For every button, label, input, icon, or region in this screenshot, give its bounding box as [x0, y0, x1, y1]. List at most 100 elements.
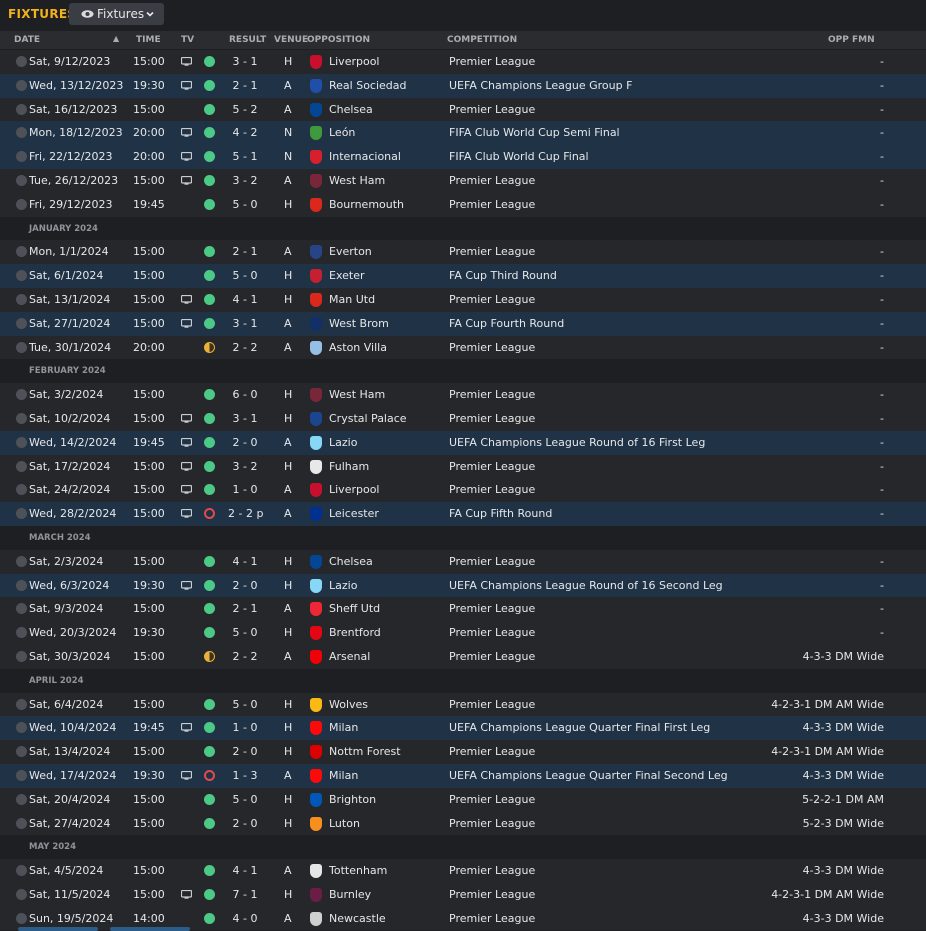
competition-name[interactable]: Premier League — [449, 103, 535, 116]
fixture-row[interactable]: Sat, 30/3/2024 15:00 2 - 2 A Arsenal Pre… — [0, 644, 926, 669]
opposition-name[interactable]: Wolves — [329, 698, 368, 711]
fixture-result[interactable]: 2 - 2 — [228, 341, 262, 354]
competition-name[interactable]: Premier League — [449, 745, 535, 758]
competition-name[interactable]: Premier League — [449, 817, 535, 830]
competition-name[interactable]: Premier League — [449, 626, 535, 639]
opposition-name[interactable]: Lazio — [329, 579, 357, 592]
opposition-name[interactable]: Milan — [329, 769, 358, 782]
fixture-row[interactable]: Sat, 3/2/2024 15:00 6 - 0 H West Ham Pre… — [0, 383, 926, 407]
fixture-row[interactable]: Wed, 28/2/2024 15:00 2 - 2 p A Leicester… — [0, 502, 926, 526]
opposition-name[interactable]: Exeter — [329, 269, 365, 282]
fixture-result[interactable]: 4 - 0 — [228, 912, 262, 925]
fixture-result[interactable]: 5 - 1 — [228, 150, 262, 163]
fixture-row[interactable]: Sat, 24/2/2024 15:00 1 - 0 A Liverpool P… — [0, 478, 926, 503]
opposition-name[interactable]: Chelsea — [329, 555, 373, 568]
competition-name[interactable]: UEFA Champions League Quarter Final Firs… — [449, 721, 710, 734]
opposition-name[interactable]: Man Utd — [329, 293, 375, 306]
fixture-result[interactable]: 1 - 3 — [228, 769, 262, 782]
fixture-row[interactable]: Tue, 30/1/2024 20:00 2 - 2 A Aston Villa… — [0, 335, 926, 360]
fixture-result[interactable]: 2 - 0 — [228, 436, 262, 449]
opposition-name[interactable]: Brighton — [329, 793, 376, 806]
competition-name[interactable]: Premier League — [449, 912, 535, 925]
fixture-row[interactable]: Tue, 26/12/2023 15:00 3 - 2 A West Ham P… — [0, 168, 926, 193]
competition-name[interactable]: Premier League — [449, 698, 535, 711]
fixture-row[interactable]: Sat, 20/4/2024 15:00 5 - 0 H Brighton Pr… — [0, 787, 926, 812]
fixture-row[interactable]: Sat, 6/1/2024 15:00 5 - 0 H Exeter FA Cu… — [0, 264, 926, 288]
fixture-row[interactable]: Sat, 27/4/2024 15:00 2 - 0 H Luton Premi… — [0, 811, 926, 836]
competition-name[interactable]: UEFA Champions League Group F — [449, 79, 632, 92]
opposition-name[interactable]: Chelsea — [329, 103, 373, 116]
fixture-row[interactable]: Sat, 13/4/2024 15:00 2 - 0 H Nottm Fores… — [0, 740, 926, 764]
fixture-row[interactable]: Sat, 9/12/2023 15:00 3 - 1 H Liverpool P… — [0, 50, 926, 74]
fixture-row[interactable]: Sat, 6/4/2024 15:00 5 - 0 H Wolves Premi… — [0, 692, 926, 717]
fixture-result[interactable]: 3 - 1 — [228, 317, 262, 330]
opposition-name[interactable]: León — [329, 126, 355, 139]
fixture-row[interactable]: Sat, 27/1/2024 15:00 3 - 1 A West Brom F… — [0, 311, 926, 336]
competition-name[interactable]: FIFA Club World Cup Final — [449, 150, 589, 163]
fixture-result[interactable]: 2 - 1 — [228, 79, 262, 92]
opposition-name[interactable]: Lazio — [329, 436, 357, 449]
fixture-row[interactable]: Wed, 17/4/2024 19:30 1 - 3 A Milan UEFA … — [0, 763, 926, 788]
fixture-row[interactable]: Wed, 10/4/2024 19:45 1 - 0 H Milan UEFA … — [0, 716, 926, 741]
competition-name[interactable]: UEFA Champions League Round of 16 Second… — [449, 579, 723, 592]
col-competition[interactable]: COMPETITION — [447, 35, 517, 45]
fixture-row[interactable]: Sat, 16/12/2023 15:00 5 - 2 A Chelsea Pr… — [0, 97, 926, 122]
fixture-result[interactable]: 3 - 2 — [228, 460, 262, 473]
opposition-name[interactable]: Internacional — [329, 150, 401, 163]
col-time[interactable]: TIME — [136, 35, 161, 45]
fixture-row[interactable]: Sat, 9/3/2024 15:00 2 - 1 A Sheff Utd Pr… — [0, 597, 926, 622]
competition-name[interactable]: Premier League — [449, 864, 535, 877]
competition-name[interactable]: UEFA Champions League Round of 16 First … — [449, 436, 705, 449]
fixture-result[interactable]: 4 - 1 — [228, 555, 262, 568]
fixture-result[interactable]: 2 - 2 — [228, 650, 262, 663]
fixture-result[interactable]: 2 - 1 — [228, 245, 262, 258]
competition-name[interactable]: Premier League — [449, 412, 535, 425]
fixture-row[interactable]: Sat, 4/5/2024 15:00 4 - 1 A Tottenham Pr… — [0, 859, 926, 883]
col-opp-fmn[interactable]: OPP FMN — [828, 35, 875, 45]
fixture-result[interactable]: 1 - 0 — [228, 483, 262, 496]
opposition-name[interactable]: West Ham — [329, 388, 385, 401]
competition-name[interactable]: Premier League — [449, 460, 535, 473]
opposition-name[interactable]: Newcastle — [329, 912, 386, 925]
fixture-result[interactable]: 6 - 0 — [228, 388, 262, 401]
fixture-row[interactable]: Wed, 14/2/2024 19:45 2 - 0 A Lazio UEFA … — [0, 430, 926, 455]
col-opposition[interactable]: OPPOSITION — [307, 35, 370, 45]
fixture-result[interactable]: 1 - 0 — [228, 721, 262, 734]
fixture-result[interactable]: 3 - 1 — [228, 55, 262, 68]
competition-name[interactable]: Premier League — [449, 483, 535, 496]
fixture-row[interactable]: Mon, 18/12/2023 20:00 4 - 2 N León FIFA … — [0, 121, 926, 146]
fixture-row[interactable]: Sat, 13/1/2024 15:00 4 - 1 H Man Utd Pre… — [0, 287, 926, 312]
opposition-name[interactable]: Liverpool — [329, 55, 379, 68]
competition-name[interactable]: Premier League — [449, 650, 535, 663]
fixture-result[interactable]: 5 - 0 — [228, 698, 262, 711]
opposition-name[interactable]: Liverpool — [329, 483, 379, 496]
fixture-row[interactable]: Sat, 2/3/2024 15:00 4 - 1 H Chelsea Prem… — [0, 549, 926, 574]
fixture-row[interactable]: Wed, 6/3/2024 19:30 2 - 0 H Lazio UEFA C… — [0, 573, 926, 598]
fixture-result[interactable]: 2 - 0 — [228, 745, 262, 758]
col-date[interactable]: DATE — [14, 35, 40, 45]
opposition-name[interactable]: Luton — [329, 817, 360, 830]
fixture-result[interactable]: 4 - 1 — [228, 864, 262, 877]
view-dropdown[interactable]: Fixtures — [69, 3, 164, 25]
fixture-result[interactable]: 5 - 2 — [228, 103, 262, 116]
opposition-name[interactable]: West Brom — [329, 317, 389, 330]
opposition-name[interactable]: Burnley — [329, 888, 371, 901]
fixture-row[interactable]: Sat, 11/5/2024 15:00 7 - 1 H Burnley Pre… — [0, 882, 926, 907]
competition-name[interactable]: FA Cup Third Round — [449, 269, 557, 282]
col-result[interactable]: RESULT — [229, 35, 266, 45]
fixture-row[interactable]: Sat, 17/2/2024 15:00 3 - 2 H Fulham Prem… — [0, 454, 926, 479]
opposition-name[interactable]: Arsenal — [329, 650, 370, 663]
competition-name[interactable]: Premier League — [449, 602, 535, 615]
opposition-name[interactable]: Aston Villa — [329, 341, 387, 354]
fixture-result[interactable]: 5 - 0 — [228, 793, 262, 806]
opposition-name[interactable]: Nottm Forest — [329, 745, 401, 758]
fixture-result[interactable]: 2 - 2 p — [228, 507, 263, 520]
opposition-name[interactable]: Fulham — [329, 460, 369, 473]
col-tv[interactable]: TV — [181, 35, 194, 45]
fixture-result[interactable]: 7 - 1 — [228, 888, 262, 901]
fixture-result[interactable]: 2 - 0 — [228, 579, 262, 592]
competition-name[interactable]: Premier League — [449, 888, 535, 901]
scrollbar-thumb[interactable] — [18, 927, 98, 931]
competition-name[interactable]: Premier League — [449, 793, 535, 806]
opposition-name[interactable]: West Ham — [329, 174, 385, 187]
